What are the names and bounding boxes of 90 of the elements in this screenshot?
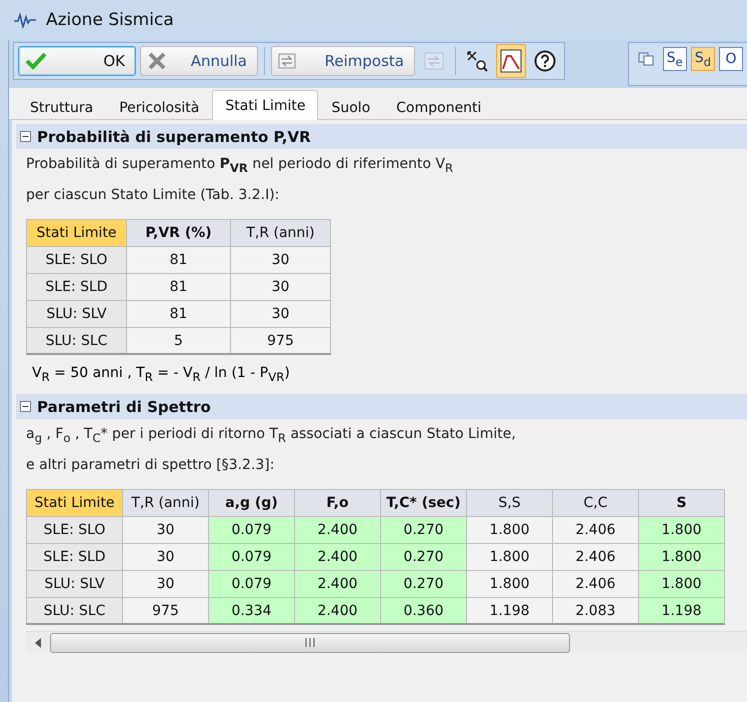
table-cell: 0.334	[208, 597, 294, 624]
scrollbar-thumb[interactable]	[50, 632, 570, 653]
table-cell: 30	[230, 273, 330, 300]
column-header: C,C	[552, 489, 638, 516]
spectrum-chart-icon	[500, 49, 522, 73]
table-cell: SLE: SLO	[26, 246, 126, 274]
horizontal-scrollbar[interactable]	[26, 631, 747, 654]
zoom-icon	[466, 50, 488, 72]
column-header: S	[638, 489, 724, 516]
table-cell: 0.360	[380, 597, 466, 624]
tab[interactable]: Suolo	[318, 94, 384, 120]
table-cell: 1.198	[466, 597, 552, 624]
table-cell: 30	[122, 570, 208, 598]
toggle-button[interactable]: S$_{d}$	[690, 47, 715, 71]
close-icon	[147, 51, 167, 71]
spectrum-tool-button[interactable]	[496, 44, 526, 78]
table-cell: 81	[126, 300, 230, 328]
cancel-button[interactable]: Annulla	[140, 46, 258, 76]
table-cell: 30	[122, 516, 208, 544]
table-cell: 1.800	[638, 516, 724, 544]
column-header: P,VR (%)	[126, 219, 230, 246]
table-cell: 1.800	[638, 543, 724, 570]
help-icon	[534, 50, 556, 72]
toggle-button[interactable]: S$_{e}$	[662, 47, 687, 71]
section-title: Probabilità di superamento P,VR	[37, 128, 311, 146]
column-header: Stati Limite	[26, 219, 126, 246]
window-title: Azione Sismica	[46, 10, 174, 30]
grip-icon	[305, 638, 315, 648]
column-header: F,o	[294, 489, 380, 516]
tab[interactable]: Struttura	[17, 94, 106, 120]
tab[interactable]: Stati Limite	[212, 90, 318, 120]
table-cell: 2.406	[552, 543, 638, 570]
table-cell: 81	[126, 273, 230, 300]
column-header: T,R (anni)	[230, 219, 330, 246]
table-cell: 0.079	[208, 516, 294, 544]
table-cell: 2.406	[552, 516, 638, 544]
table-cell: 1.198	[638, 597, 724, 624]
swap-icon	[278, 53, 296, 69]
table-cell: 1.800	[466, 516, 552, 544]
table-cell: 0.270	[380, 570, 466, 598]
column-header: T,R (anni)	[122, 489, 208, 516]
table-cell: 2.400	[294, 570, 380, 598]
tab[interactable]: Pericolosità	[106, 94, 212, 120]
ok-button[interactable]: OK	[18, 46, 136, 76]
table-cell: 30	[122, 543, 208, 570]
table-cell: 1.800	[466, 543, 552, 570]
description-text: per ciascun Stato Limite (Tab. 3.2.I):	[26, 186, 280, 205]
section-title: Parametri di Spettro	[37, 398, 211, 416]
reset-button[interactable]: Reimposta	[271, 46, 415, 76]
collapse-icon[interactable]	[20, 131, 31, 142]
table-cell: 30	[230, 246, 330, 274]
waveform-icon	[14, 12, 36, 28]
table-cell: 0.270	[380, 543, 466, 570]
swap-icon	[424, 52, 444, 70]
table-cell: SLE: SLD	[26, 543, 122, 570]
table-cell: 5	[126, 327, 230, 354]
table-cell: 0.270	[380, 516, 466, 544]
table-cell: 81	[126, 246, 230, 274]
table-cell: 975	[122, 597, 208, 624]
table-cell: 2.400	[294, 516, 380, 544]
table-cell: 30	[230, 300, 330, 328]
table-cell: SLE: SLD	[26, 273, 126, 300]
table-cell: 1.800	[638, 570, 724, 598]
description-text: Probabilità di superamento P$_{VR}$ nel periodo di riferimento V$_{R}$	[26, 155, 454, 177]
table-cell: SLE: SLO	[26, 516, 122, 544]
table-cell: 0.079	[208, 543, 294, 570]
table-cell: SLU: SLC	[26, 597, 122, 624]
table-cell: 2.400	[294, 543, 380, 570]
collapse-icon[interactable]	[20, 401, 31, 412]
table-cell: 2.083	[552, 597, 638, 624]
description-text: e altri parametri di spettro [§3.2.3]:	[26, 456, 276, 475]
table-cell: 0.079	[208, 570, 294, 598]
column-header: T,C* (sec)	[380, 489, 466, 516]
copy-icon	[638, 52, 654, 66]
scroll-left-icon[interactable]	[34, 638, 42, 648]
tab[interactable]: Componenti	[383, 94, 494, 120]
table-cell: 975	[230, 327, 330, 354]
column-header: a,g (g)	[208, 489, 294, 516]
check-icon	[25, 52, 47, 70]
toggle-button[interactable]: O	[719, 47, 743, 71]
table-cell: 1.800	[466, 570, 552, 598]
table-cell: SLU: SLV	[26, 300, 126, 328]
formula-text: V$_{R}$ = 50 anni , T$_{R}$ = - V$_{R}$ / ln (1 - P$_{VR}$)	[31, 364, 291, 386]
column-header: S,S	[466, 489, 552, 516]
description-text: a$_{g}$ , F$_{o}$ , T$_{C}$* per i periodi di ritorno T$_{R}$ associati a ciascun Stato Limite,	[26, 425, 517, 447]
table-cell: 2.406	[552, 570, 638, 598]
column-header: Stati Limite	[26, 489, 122, 516]
table-cell: SLU: SLC	[26, 327, 126, 354]
table-cell: 2.400	[294, 597, 380, 624]
table-cell: SLU: SLV	[26, 570, 122, 598]
